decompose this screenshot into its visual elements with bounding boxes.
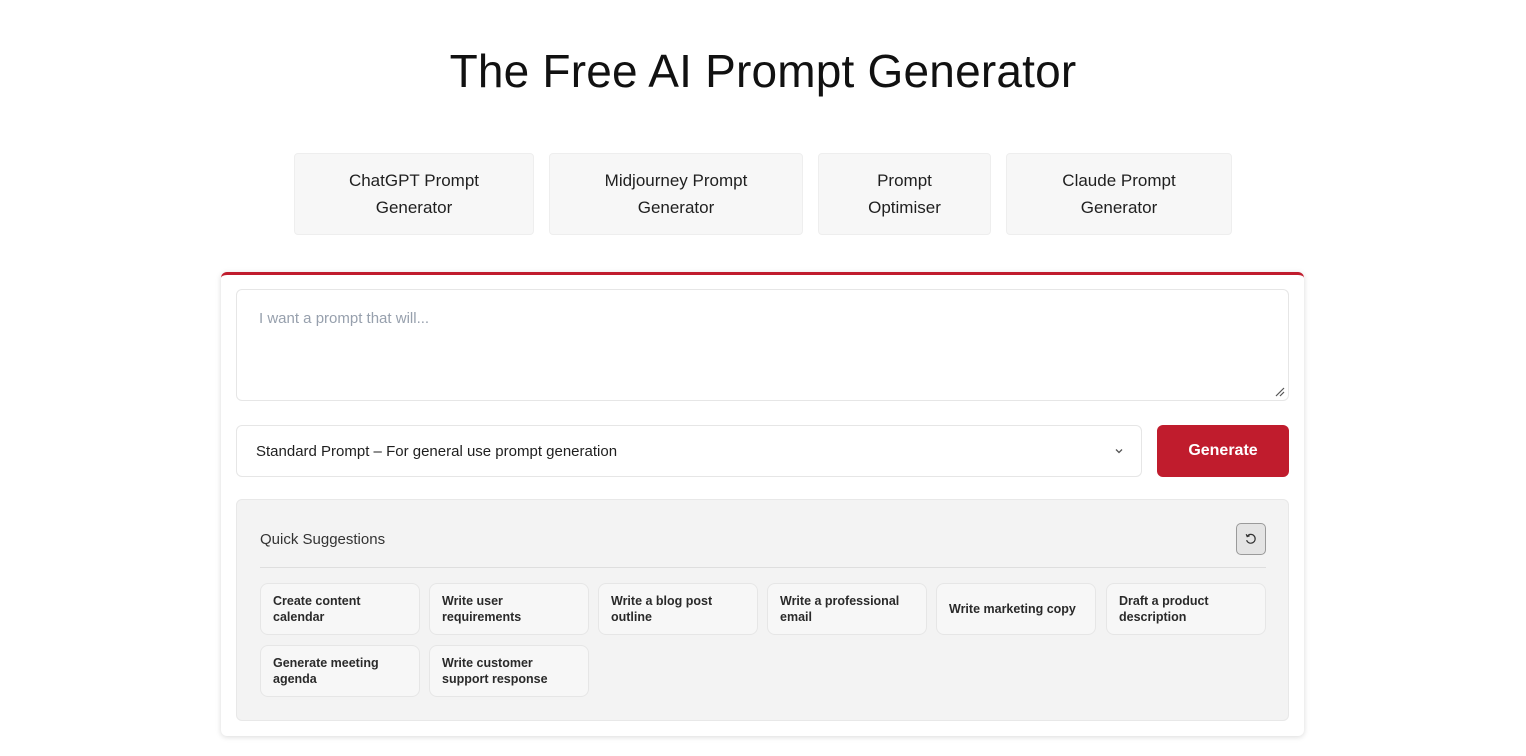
tab-claude-prompt-generator[interactable]: Claude Prompt Generator — [1006, 153, 1232, 235]
prompt-input[interactable] — [236, 289, 1289, 401]
tab-label-line1: Midjourney Prompt — [604, 171, 748, 190]
suggestion-chip[interactable]: Write a blog post outline — [598, 583, 758, 635]
chevron-down-icon — [1115, 449, 1123, 454]
tab-label-line1: Prompt — [877, 171, 932, 190]
prompt-mode-select[interactable]: Standard Prompt – For general use prompt… — [236, 425, 1142, 477]
tab-chatgpt-prompt-generator[interactable]: ChatGPT Prompt Generator — [294, 153, 534, 235]
suggestion-chip[interactable]: Write customer support response — [429, 645, 589, 697]
suggestion-chip[interactable]: Write marketing copy — [936, 583, 1096, 635]
quick-suggestions-title: Quick Suggestions — [260, 531, 386, 548]
suggestion-chip[interactable]: Generate meeting agenda — [260, 645, 420, 697]
refresh-suggestions-button[interactable] — [1236, 523, 1266, 555]
generate-button[interactable]: Generate — [1157, 425, 1289, 477]
tool-tabs: ChatGPT Prompt Generator Midjourney Prom… — [0, 153, 1526, 235]
suggestion-chip[interactable]: Create content calendar — [260, 583, 420, 635]
suggestion-chip[interactable]: Write user requirements — [429, 583, 589, 635]
divider — [260, 567, 1266, 568]
prompt-mode-value: Standard Prompt – For general use prompt… — [256, 442, 618, 460]
prompt-generator-card: Standard Prompt – For general use prompt… — [221, 272, 1304, 736]
suggestion-chip[interactable]: Draft a product description — [1106, 583, 1266, 635]
tab-prompt-optimiser[interactable]: Prompt Optimiser — [818, 153, 991, 235]
page: The Free AI Prompt Generator ChatGPT Pro… — [0, 0, 1526, 756]
tab-label-line1: Claude Prompt — [1062, 171, 1176, 190]
tab-label-line2: Generator — [375, 198, 453, 217]
tab-label-line2: Generator — [1080, 198, 1158, 217]
tab-label-line1: ChatGPT Prompt — [348, 171, 480, 190]
tab-midjourney-prompt-generator[interactable]: Midjourney Prompt Generator — [549, 153, 803, 235]
tab-label-line2: Generator — [637, 198, 715, 217]
tab-label-line2: Optimiser — [868, 198, 941, 217]
page-title: The Free AI Prompt Generator — [449, 45, 1077, 97]
quick-suggestions-panel: Quick Suggestions Create content calenda… — [236, 499, 1289, 721]
resize-grip-icon[interactable] — [1273, 387, 1285, 397]
refresh-icon — [1245, 533, 1256, 544]
suggestion-chip[interactable]: Write a professional email — [767, 583, 927, 635]
